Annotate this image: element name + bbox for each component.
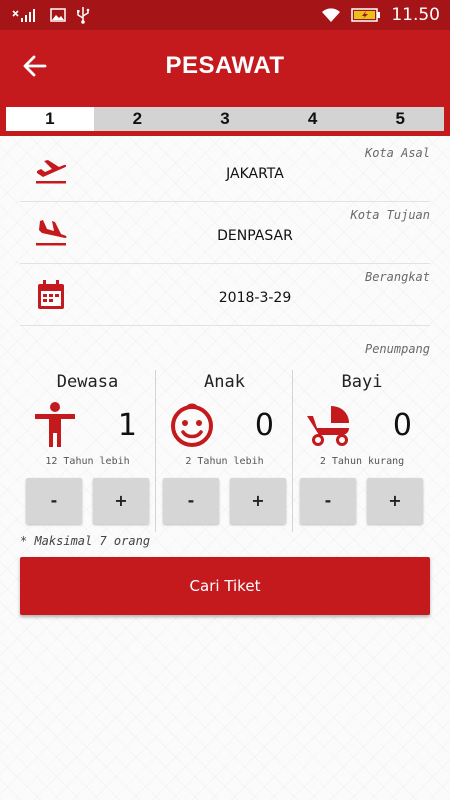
adult-section: Dewasa 1 12 Tahun lebih - +: [20, 370, 156, 532]
clock: 11.50: [391, 5, 440, 25]
flight-takeoff-icon: [34, 154, 68, 188]
child-section: Anak 0 2 Tahun lebih - +: [157, 370, 293, 532]
image-icon: [50, 8, 66, 22]
no-signal-icon: [12, 7, 40, 23]
departure-row[interactable]: Berangkat 2018-3-29: [20, 264, 430, 326]
infant-note: 2 Tahun kurang: [319, 456, 405, 467]
status-left-icons: [12, 6, 90, 24]
step-strip: 1 2 3 4 5: [0, 102, 450, 136]
app-bar: PESAWAT: [0, 30, 450, 102]
adult-plus-button[interactable]: +: [93, 478, 149, 524]
flight-land-icon: [34, 216, 68, 250]
wifi-icon: [321, 7, 341, 23]
adult-count: 1: [117, 408, 137, 443]
infant-section: Bayi 0 2 Tahun kurang - +: [294, 370, 430, 532]
step-5[interactable]: 5: [356, 107, 444, 131]
child-count: 0: [254, 408, 274, 443]
battery-charging-icon: [351, 7, 381, 23]
back-button[interactable]: [18, 50, 52, 82]
status-bar: 11.50: [0, 0, 450, 30]
destination-row[interactable]: Kota Tujuan DENPASAR: [20, 202, 430, 264]
adult-title: Dewasa: [56, 372, 119, 392]
page-title: PESAWAT: [165, 52, 285, 79]
adult-minus-button[interactable]: -: [26, 478, 82, 524]
status-right-icons: 11.50: [321, 4, 440, 26]
step-indicator: 1 2 3 4 5: [6, 107, 444, 131]
adult-note: 12 Tahun lebih: [45, 456, 130, 467]
stroller-icon: [304, 400, 354, 450]
search-ticket-button[interactable]: Cari Tiket: [20, 557, 430, 615]
origin-value[interactable]: JAKARTA: [80, 140, 430, 202]
infant-plus-button[interactable]: +: [367, 478, 423, 524]
step-3[interactable]: 3: [181, 107, 269, 131]
usb-icon: [76, 6, 90, 24]
max-passengers-note: * Maksimal 7 orang: [20, 534, 151, 548]
arrow-back-icon: [23, 55, 47, 77]
step-2[interactable]: 2: [94, 107, 182, 131]
child-title: Anak: [204, 372, 245, 392]
calendar-icon: [34, 278, 68, 312]
infant-title: Bayi: [341, 372, 383, 392]
child-plus-button[interactable]: +: [230, 478, 286, 524]
departure-value[interactable]: 2018-3-29: [80, 264, 430, 326]
destination-value[interactable]: DENPASAR: [80, 202, 430, 264]
child-note: 2 Tahun lebih: [185, 456, 264, 467]
child-face-icon: [167, 400, 217, 450]
infant-count: 0: [392, 408, 412, 443]
passengers-label: Penumpang: [364, 342, 430, 356]
origin-row[interactable]: Kota Asal JAKARTA: [20, 140, 430, 202]
child-minus-button[interactable]: -: [163, 478, 219, 524]
step-1[interactable]: 1: [6, 107, 94, 131]
step-4[interactable]: 4: [269, 107, 357, 131]
person-icon: [30, 400, 80, 450]
infant-minus-button[interactable]: -: [300, 478, 356, 524]
